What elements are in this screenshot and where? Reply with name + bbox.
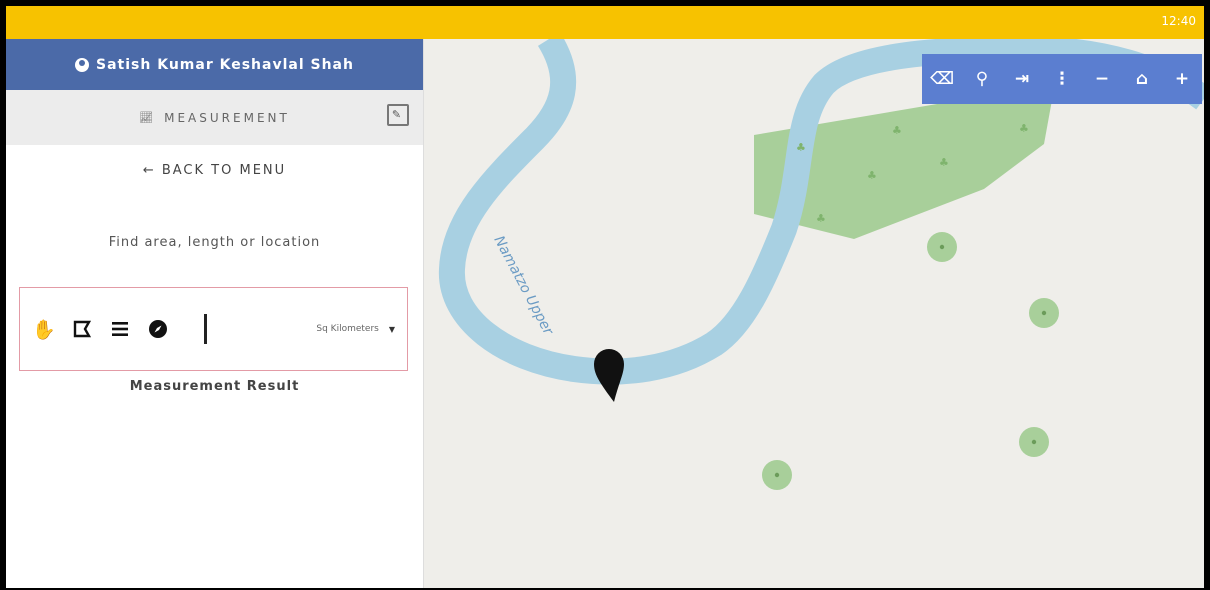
edit-icon[interactable]: ✎ bbox=[387, 104, 409, 126]
hand-pan-icon[interactable]: ✋ bbox=[30, 315, 58, 343]
zoom-in-icon[interactable]: + bbox=[1170, 69, 1194, 89]
user-bar[interactable]: Satish Kumar Keshavlal Shah bbox=[6, 39, 423, 90]
sidebar: Satish Kumar Keshavlal Shah 📈︎ MEASUREME… bbox=[6, 39, 424, 588]
line-chart-icon: 📈︎ bbox=[139, 111, 157, 124]
status-bar: 12:40 bbox=[6, 6, 1204, 39]
poi-dot bbox=[1031, 439, 1037, 445]
measurement-toolbox: ✋ Sq Kilometers ▼ bbox=[19, 287, 408, 371]
poi-dot bbox=[1041, 310, 1047, 316]
park-tree-icon: ♣ bbox=[816, 212, 826, 225]
export-icon[interactable]: ⇥ bbox=[1010, 69, 1034, 89]
measurement-header: 📈︎ MEASUREMENT ✎ bbox=[6, 90, 423, 145]
length-line-icon[interactable] bbox=[106, 315, 134, 343]
units-value: Sq Kilometers bbox=[316, 324, 379, 334]
poi-dot bbox=[939, 244, 945, 250]
app-window: 12:40 Satish Kumar Keshavlal Shah 📈︎ MEA… bbox=[6, 6, 1204, 588]
location-pin-icon bbox=[594, 349, 624, 402]
zoom-search-icon[interactable]: ⚲ bbox=[970, 69, 994, 89]
location-compass-icon[interactable] bbox=[144, 315, 172, 343]
units-select[interactable]: Sq Kilometers ▼ bbox=[316, 324, 395, 334]
user-circle-icon bbox=[75, 57, 90, 72]
user-name: Satish Kumar Keshavlal Shah bbox=[96, 56, 354, 73]
eraser-icon[interactable]: ⌫ bbox=[930, 69, 954, 89]
more-vert-icon[interactable]: ⋮ bbox=[1050, 69, 1074, 89]
toolbar-divider bbox=[204, 314, 207, 344]
park-tree-icon: ♣ bbox=[892, 124, 902, 137]
map-view[interactable]: ♣ ♣ ♣ ♣ ♣ ♣ Namatzo Upper ⌫ ⚲ ⇥ ⋮ − ⌂ + bbox=[424, 39, 1204, 588]
clock: 12:40 bbox=[1161, 14, 1196, 28]
poi-dot bbox=[774, 472, 780, 478]
map-toolbar: ⌫ ⚲ ⇥ ⋮ − ⌂ + bbox=[922, 54, 1202, 104]
park-tree-icon: ♣ bbox=[1019, 122, 1029, 135]
measurement-result-label: Measurement Result bbox=[129, 379, 300, 394]
map-canvas[interactable]: ♣ ♣ ♣ ♣ ♣ ♣ Namatzo Upper bbox=[424, 39, 1204, 588]
chevron-down-icon: ▼ bbox=[388, 324, 395, 334]
back-to-menu-link[interactable]: ← BACK TO MENU bbox=[6, 163, 423, 178]
zoom-out-icon[interactable]: − bbox=[1090, 69, 1114, 89]
park-tree-icon: ♣ bbox=[867, 169, 877, 182]
river-label: Namatzo Upper bbox=[490, 233, 556, 338]
measurement-description: Find area, length or location bbox=[108, 235, 321, 250]
home-icon[interactable]: ⌂ bbox=[1130, 69, 1154, 89]
area-polygon-icon[interactable] bbox=[68, 315, 96, 343]
park-tree-icon: ♣ bbox=[796, 141, 806, 154]
park-tree-icon: ♣ bbox=[939, 156, 949, 169]
section-title: MEASUREMENT bbox=[164, 110, 290, 125]
